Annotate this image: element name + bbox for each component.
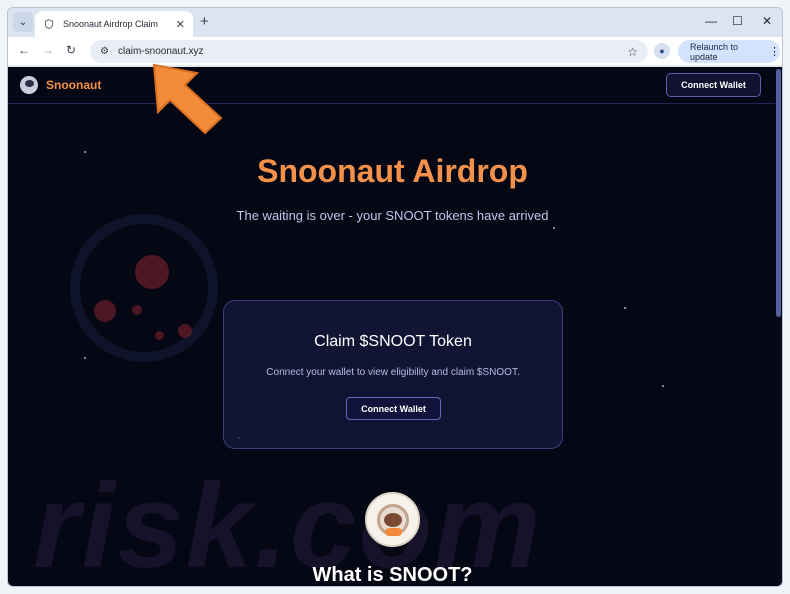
section-title: What is SNOOT? bbox=[312, 564, 473, 586]
browser-window: ⌄ Snoonaut Airdrop Claim ✕ + — ☐ ✕ ← → ↻… bbox=[7, 7, 783, 587]
watermark-dot bbox=[155, 331, 164, 340]
person-icon[interactable]: ● bbox=[654, 43, 670, 59]
back-icon[interactable]: ← bbox=[18, 43, 30, 57]
new-tab-plus-icon[interactable]: + bbox=[200, 13, 209, 30]
claim-description: Connect your wallet to view eligibility … bbox=[266, 367, 520, 378]
brand-name[interactable]: Snoonaut bbox=[46, 78, 101, 92]
hero-subtitle: The waiting is over - your SNOOT tokens … bbox=[236, 208, 549, 223]
magnifier-watermark-icon bbox=[70, 214, 218, 362]
claim-connect-wallet-button[interactable]: Connect Wallet bbox=[346, 397, 441, 420]
watermark-dot bbox=[94, 300, 116, 322]
claim-card: Claim $SNOOT Token Connect your wallet t… bbox=[223, 300, 563, 449]
mascot-suit bbox=[384, 527, 402, 536]
shield-icon bbox=[43, 18, 55, 30]
web-page: risk.com Snoonaut Connect Wallet Snoonau… bbox=[8, 67, 782, 586]
watermark-dot bbox=[178, 324, 192, 338]
tab-title: Snoonaut Airdrop Claim bbox=[63, 19, 159, 29]
page-scrollbar[interactable] bbox=[775, 67, 782, 586]
watermark-dot bbox=[135, 255, 169, 289]
close-window-icon[interactable]: ✕ bbox=[762, 14, 772, 28]
site-header: Snoonaut Connect Wallet bbox=[8, 67, 777, 104]
minimize-icon[interactable]: — bbox=[705, 14, 717, 28]
mascot-avatar bbox=[365, 492, 420, 547]
pointer-arrow-icon bbox=[152, 63, 223, 135]
url-text[interactable]: claim-snoonaut.xyz bbox=[118, 46, 627, 57]
claim-title: Claim $SNOOT Token bbox=[314, 333, 472, 350]
close-tab-icon[interactable]: ✕ bbox=[176, 18, 185, 31]
watermark-dot bbox=[132, 305, 142, 315]
forward-icon[interactable]: → bbox=[42, 43, 54, 57]
kebab-menu-icon[interactable]: ⋮ bbox=[769, 45, 780, 58]
maximize-icon[interactable]: ☐ bbox=[732, 14, 743, 28]
star-dot bbox=[624, 307, 626, 309]
bookmark-star-icon[interactable]: ☆ bbox=[627, 45, 638, 59]
astronaut-icon bbox=[20, 76, 38, 94]
relaunch-label: Relaunch to update bbox=[690, 41, 739, 62]
active-tab[interactable]: Snoonaut Airdrop Claim ✕ bbox=[35, 11, 193, 37]
browser-toolbar: ← → ↻ ⚙ claim-snoonaut.xyz ☆ ● Relaunch … bbox=[8, 37, 782, 66]
hero-title: Snoonaut Airdrop bbox=[257, 153, 528, 189]
star-dot bbox=[662, 385, 664, 387]
tab-strip: ⌄ Snoonaut Airdrop Claim ✕ + — ☐ ✕ bbox=[8, 8, 782, 37]
relaunch-button[interactable]: Relaunch to update ⋮ bbox=[678, 40, 780, 63]
site-settings-icon[interactable]: ⚙ bbox=[100, 46, 109, 57]
scrollbar-thumb[interactable] bbox=[776, 69, 781, 317]
star-dot bbox=[553, 227, 555, 229]
mascot-face bbox=[383, 512, 402, 527]
tab-search-chevron-icon[interactable]: ⌄ bbox=[13, 12, 33, 32]
address-bar[interactable]: ⚙ claim-snoonaut.xyz ☆ bbox=[90, 40, 648, 63]
astronaut-helmet-icon bbox=[376, 503, 409, 536]
header-connect-wallet-button[interactable]: Connect Wallet bbox=[666, 73, 761, 97]
reload-icon[interactable]: ↻ bbox=[66, 43, 76, 57]
star-dot bbox=[84, 357, 86, 359]
